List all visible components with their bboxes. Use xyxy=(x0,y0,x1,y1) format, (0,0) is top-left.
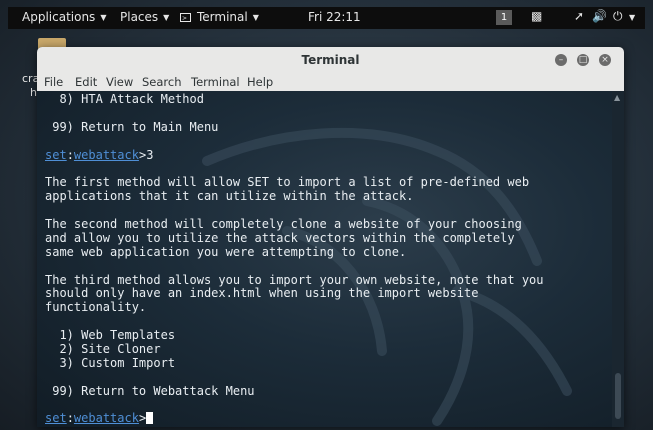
prompt-module-label: webattack xyxy=(73,411,139,426)
power-icon[interactable]: ⏻ xyxy=(613,9,623,24)
terminal-line-text: and allow you to utilize the attack vect… xyxy=(45,230,515,245)
terminal-line-text: same web application you were attempting… xyxy=(45,244,407,259)
terminal-line-text: applications that it can utilize within … xyxy=(45,189,414,204)
terminal-line-text: should only have an index.html when usin… xyxy=(45,286,479,301)
places-label: Places xyxy=(120,10,159,24)
caret-down-icon[interactable]: ▼ xyxy=(629,13,635,22)
terminal-icon: >_ xyxy=(180,12,191,22)
network-icon[interactable]: ▩ xyxy=(531,9,542,23)
clock[interactable]: Fri 22:11 xyxy=(308,10,361,24)
text-cursor xyxy=(146,412,154,425)
terminal-app-menu[interactable]: >_ Terminal ▼ xyxy=(180,10,259,24)
close-button[interactable]: × xyxy=(599,54,611,66)
terminal-text: 8) HTA Attack Method 99) Return to Main … xyxy=(45,92,610,426)
prompt-set-label: set xyxy=(45,147,67,162)
terminal-line-text: The second method will completely clone … xyxy=(45,217,522,232)
terminal-line: same web application you were attempting… xyxy=(45,244,610,260)
terminal-app-label: Terminal xyxy=(197,10,248,24)
applications-label: Applications xyxy=(22,10,96,24)
terminal-line: 8) HTA Attack Method xyxy=(45,92,610,107)
terminal-window: Terminal – □ × File Edit View Search Ter… xyxy=(37,47,624,427)
terminal-line: 3) Custom Import xyxy=(45,355,610,371)
terminal-output-area[interactable]: 8) HTA Attack Method 99) Return to Main … xyxy=(37,91,612,427)
terminal-line: The second method will completely clone … xyxy=(45,217,610,232)
terminal-line-text: 99) Return to Main Menu xyxy=(45,119,219,134)
prompt-set-label: set xyxy=(45,411,67,426)
window-title: Terminal xyxy=(301,53,360,67)
terminal-line-text: 99) Return to Webattack Menu xyxy=(45,383,255,398)
caret-down-icon: ▼ xyxy=(163,12,170,22)
terminal-line-text: functionality. xyxy=(45,300,147,315)
terminal-line: The first method will allow SET to impor… xyxy=(45,175,610,190)
desktop-icon-label[interactable]: h xyxy=(30,86,37,99)
top-panel: Applications ▼ Places ▼ >_ Terminal ▼ Fr… xyxy=(8,7,645,29)
scrollbar-thumb[interactable] xyxy=(615,373,621,419)
terminal-line: and allow you to utilize the attack vect… xyxy=(45,230,610,246)
terminal-line: should only have an index.html when usin… xyxy=(45,287,610,301)
minimize-button[interactable]: – xyxy=(555,54,567,66)
prompt-arrow: > xyxy=(138,411,147,426)
tools-icon[interactable]: ➚ xyxy=(574,9,584,23)
caret-down-icon: ▼ xyxy=(252,12,259,22)
terminal-line-text: The first method will allow SET to impor… xyxy=(45,175,530,190)
terminal-line-text: 1) Web Templates xyxy=(45,328,176,343)
terminal-line: 2) Site Cloner xyxy=(45,342,610,357)
window-titlebar[interactable]: Terminal – □ × xyxy=(37,47,624,73)
menu-edit[interactable]: Edit xyxy=(75,75,97,89)
menu-view[interactable]: View xyxy=(106,75,133,89)
volume-icon[interactable]: 🔊 xyxy=(592,9,607,23)
terminal-line: The third method allows you to import yo… xyxy=(45,272,610,288)
terminal-line: functionality. xyxy=(45,300,610,315)
terminal-prompt-line: set:webattack> xyxy=(45,412,610,426)
terminal-line: 1) Web Templates xyxy=(45,328,610,343)
terminal-line: applications that it can utilize within … xyxy=(45,189,610,204)
prompt-module-label: webattack xyxy=(73,147,139,162)
terminal-line-text: 8) HTA Attack Method xyxy=(45,92,204,106)
prompt-separator: : xyxy=(66,411,74,426)
terminal-line-text: 3 xyxy=(146,147,154,162)
prompt-separator: : xyxy=(66,147,74,162)
maximize-button[interactable]: □ xyxy=(577,54,589,66)
applications-menu[interactable]: Applications ▼ xyxy=(22,10,106,24)
menu-file[interactable]: File xyxy=(44,75,63,89)
menu-help[interactable]: Help xyxy=(247,75,273,89)
places-menu[interactable]: Places ▼ xyxy=(120,10,169,24)
scroll-up-icon[interactable]: ▲ xyxy=(614,93,620,102)
terminal-line-text: The third method allows you to import yo… xyxy=(45,272,544,287)
caret-down-icon: ▼ xyxy=(100,12,107,22)
terminal-line-text: 3) Custom Import xyxy=(45,355,176,370)
menubar: File Edit View Search Terminal Help xyxy=(37,73,624,91)
terminal-line: 99) Return to Main Menu xyxy=(45,119,610,135)
terminal-line: 99) Return to Webattack Menu xyxy=(45,383,610,399)
workspace-indicator[interactable]: 1 xyxy=(496,10,512,25)
terminal-scrollbar[interactable]: ▲ xyxy=(612,91,624,427)
terminal-line-text: 2) Site Cloner xyxy=(45,342,161,357)
terminal-prompt-line: set:webattack>3 xyxy=(45,147,610,163)
menu-terminal[interactable]: Terminal xyxy=(191,75,240,89)
menu-search[interactable]: Search xyxy=(142,75,182,89)
